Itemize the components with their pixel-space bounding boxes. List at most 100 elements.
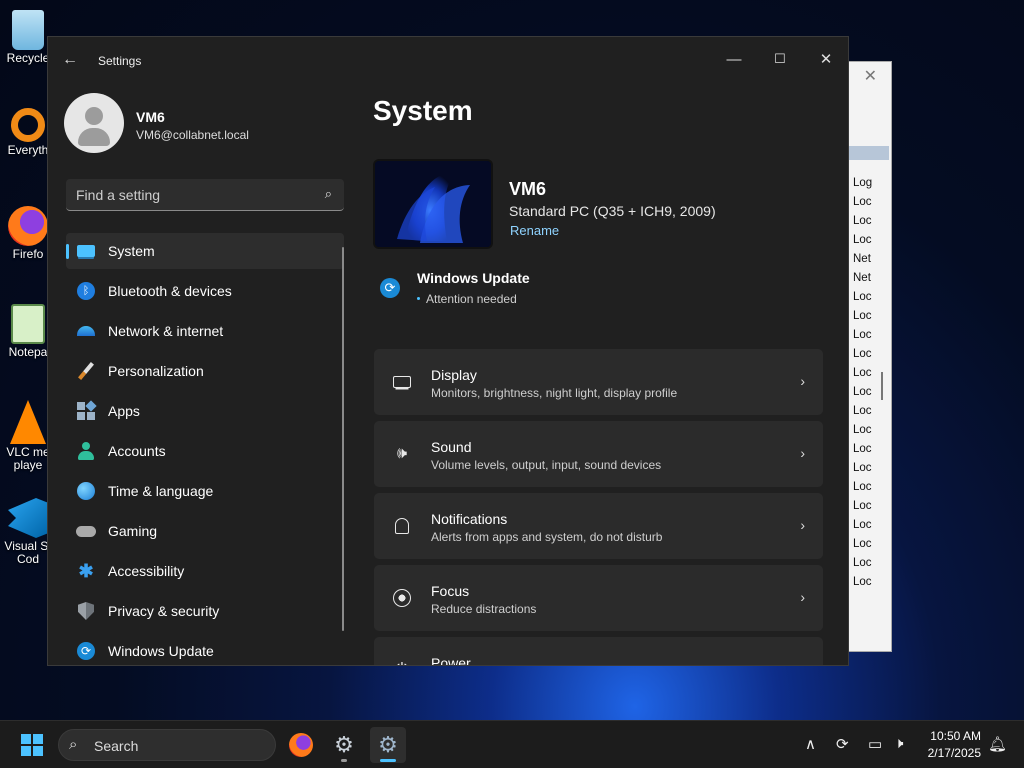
nav-item-time-language[interactable]: Time & language xyxy=(66,473,344,509)
nav-item-label: Privacy & security xyxy=(108,603,220,619)
list-row[interactable]: Loc xyxy=(853,329,872,341)
list-row[interactable]: Loc xyxy=(853,310,872,322)
rename-link[interactable]: Rename xyxy=(510,223,559,238)
background-window[interactable]: ✕ Log Loc Loc Loc Net Net Loc Loc Loc Loc Loc Loc Lo… xyxy=(848,61,892,652)
nav-item-gaming[interactable]: Gaming xyxy=(66,513,344,549)
scrollbar-thumb[interactable] xyxy=(881,372,883,400)
recycle-bin-icon xyxy=(12,10,44,50)
nav-item-accessibility[interactable]: ✱ Accessibility xyxy=(66,553,344,589)
list-row[interactable]: Loc xyxy=(853,538,872,550)
nav-item-label: Accessibility xyxy=(108,563,185,579)
chevron-right-icon: › xyxy=(800,445,805,461)
list-row[interactable]: Loc xyxy=(853,519,872,531)
settings-icon: ⚙ xyxy=(378,732,398,757)
nav-item-system[interactable]: System xyxy=(66,233,344,269)
gamepad-icon xyxy=(76,521,96,541)
windows-update-title[interactable]: Windows Update xyxy=(417,270,530,286)
search-placeholder: Find a setting xyxy=(76,187,161,203)
list-row[interactable]: Loc xyxy=(853,348,872,360)
card-focus[interactable]: Focus Reduce distractions › xyxy=(374,565,823,631)
speaker-muted-icon[interactable]: 🕨 xyxy=(894,735,903,752)
list-row[interactable]: Loc xyxy=(853,405,872,417)
list-row[interactable]: Loc xyxy=(853,500,872,512)
nav-item-personalization[interactable]: Personalization xyxy=(66,353,344,389)
nav-item-windows-update[interactable]: ⟳ Windows Update xyxy=(66,633,344,665)
clock-date[interactable]: 2/17/2025 xyxy=(920,746,981,760)
start-button[interactable] xyxy=(21,734,43,756)
brush-icon xyxy=(76,361,96,381)
windows-update-icon[interactable]: ⟳ xyxy=(380,278,400,298)
status-dot xyxy=(417,296,420,300)
card-title: Notifications xyxy=(431,511,508,527)
list-row[interactable]: Log xyxy=(853,177,872,189)
list-row[interactable]: Loc xyxy=(853,234,872,246)
card-subtitle: Reduce distractions xyxy=(431,602,537,616)
page-title: System xyxy=(373,95,473,126)
taskbar-settings-gear[interactable]: ⚙ xyxy=(326,727,362,763)
card-subtitle: Monitors, brightness, night light, displ… xyxy=(431,386,678,400)
nav-item-label: Time & language xyxy=(108,483,214,499)
clock-time[interactable]: 10:50 AM xyxy=(924,729,981,743)
list-row[interactable]: Loc xyxy=(853,367,872,379)
close-button[interactable]: ✕ xyxy=(803,43,848,75)
bluetooth-icon: ᛒ xyxy=(76,281,96,301)
list-row[interactable]: Loc xyxy=(853,196,872,208)
card-title: Power xyxy=(431,655,471,666)
list-row[interactable]: Loc xyxy=(853,481,872,493)
card-display[interactable]: Display Monitors, brightness, night ligh… xyxy=(374,349,823,415)
notepad-icon xyxy=(11,304,45,344)
title-bar[interactable]: ← Settings — ☐ ✕ xyxy=(48,37,848,85)
globe-clock-icon xyxy=(76,481,96,501)
nav-item-apps[interactable]: Apps xyxy=(66,393,344,429)
firefox-icon xyxy=(8,206,48,246)
nav-item-bluetooth[interactable]: ᛒ Bluetooth & devices xyxy=(66,273,344,309)
list-row[interactable]: Net xyxy=(853,272,871,284)
card-title: Focus xyxy=(431,583,470,599)
card-subtitle: Volume levels, output, input, sound devi… xyxy=(431,458,662,472)
list-row[interactable]: Loc xyxy=(853,215,872,227)
card-power[interactable]: ⏻ Power › xyxy=(374,637,823,666)
speaker-icon: 🕪 xyxy=(396,445,408,462)
accessibility-icon: ✱ xyxy=(78,560,94,581)
nav-scrollbar[interactable] xyxy=(342,247,344,631)
list-row[interactable]: Loc xyxy=(853,386,872,398)
list-row[interactable]: Loc xyxy=(853,424,872,436)
search-icon: ⌕ xyxy=(69,736,78,753)
power-icon: ⏻ xyxy=(390,659,414,665)
taskbar-firefox[interactable] xyxy=(283,727,319,763)
maximize-button[interactable]: ☐ xyxy=(757,43,803,75)
minimize-button[interactable]: — xyxy=(711,43,757,75)
close-icon[interactable]: ✕ xyxy=(864,66,877,86)
card-sound[interactable]: 🕪 Sound Volume levels, output, input, so… xyxy=(374,421,823,487)
nav-item-accounts[interactable]: Accounts xyxy=(66,433,344,469)
back-arrow-icon[interactable]: ← xyxy=(62,51,78,69)
nav-item-label: Accounts xyxy=(108,443,166,459)
list-row[interactable]: Loc xyxy=(853,443,872,455)
list-row[interactable]: Loc xyxy=(853,576,872,588)
window-title: Settings xyxy=(98,54,142,68)
shield-icon xyxy=(76,601,96,621)
card-notifications[interactable]: Notifications Alerts from apps and syste… xyxy=(374,493,823,559)
list-row[interactable]: Loc xyxy=(853,291,872,303)
taskbar-search[interactable]: ⌕ Search xyxy=(58,729,276,761)
refresh-alert-icon[interactable]: ⟳ xyxy=(836,735,849,753)
system-icon xyxy=(76,241,96,261)
vscode-icon xyxy=(8,498,48,538)
nav-item-network[interactable]: Network & internet xyxy=(66,313,344,349)
taskbar-settings[interactable]: ⚙ xyxy=(370,727,406,763)
user-email: VM6@collabnet.local xyxy=(136,128,249,142)
device-name: VM6 xyxy=(509,179,547,199)
list-row[interactable]: Net xyxy=(853,253,871,265)
search-input[interactable]: Find a setting ⌕ xyxy=(66,179,344,211)
list-row[interactable]: Loc xyxy=(853,557,872,569)
list-row[interactable]: Loc xyxy=(853,462,872,474)
nav-item-privacy-security[interactable]: Privacy & security xyxy=(66,593,344,629)
nav-item-label: Bluetooth & devices xyxy=(108,283,232,299)
card-title: Display xyxy=(431,367,477,383)
network-icon[interactable]: ▭ xyxy=(868,735,882,753)
notification-bell-icon[interactable]: 🔔︎ xyxy=(988,735,1007,753)
selected-row xyxy=(849,146,889,160)
chevron-up-icon[interactable]: ∧ xyxy=(805,735,816,753)
running-indicator xyxy=(341,759,347,762)
avatar[interactable] xyxy=(64,93,124,153)
